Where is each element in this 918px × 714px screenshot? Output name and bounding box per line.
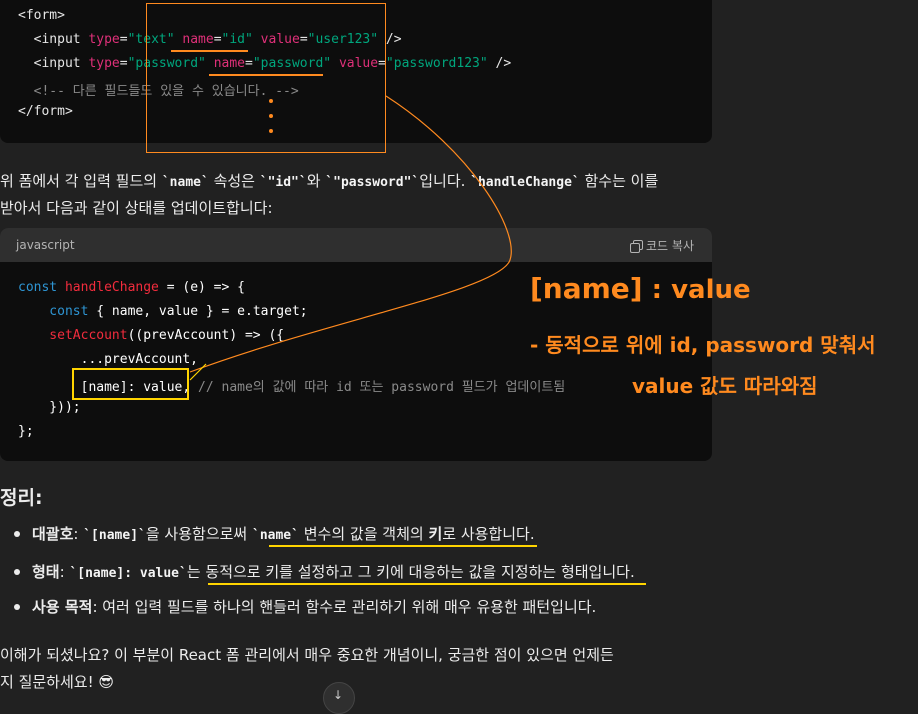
code-line: })); (18, 400, 81, 415)
item-label: 형태 (32, 563, 60, 581)
copy-code-button[interactable]: 코드 복사 (630, 237, 694, 254)
annotation-line-1: - 동적으로 위에 id, password 맞춰서 (530, 333, 876, 357)
code-line: <form> (18, 8, 65, 23)
bullet (14, 531, 20, 537)
inline-code: `name` (252, 528, 299, 543)
summary-item: 사용 목적: 여러 입력 필드를 하나의 핸들러 함수로 관리하기 위해 매우 … (14, 596, 596, 617)
annotation-line-2: value 값도 따라와짐 (632, 374, 818, 398)
text: 로 사용합니다. (442, 525, 535, 543)
annotation-title-part: : value (642, 275, 751, 305)
code-token: const (18, 280, 65, 295)
code-token: = (e) => { (158, 280, 245, 295)
inline-code: `"password"` (325, 175, 420, 190)
annotation-title-part: [name] (530, 272, 643, 305)
code-language: javascript (16, 238, 75, 252)
code-token: type (88, 32, 120, 47)
code-line: setAccount((prevAccount) => ({ (18, 328, 284, 343)
paragraph-intro-line2: 받아서 다음과 같이 상태를 업데이트합니다: (0, 199, 273, 217)
bullet (14, 569, 20, 575)
code-token: "password123" (385, 56, 488, 71)
inline-code: `[name]: value` (69, 566, 187, 581)
underline-yellow-1 (269, 545, 537, 547)
summary-heading: 정리: (0, 487, 43, 509)
text: 와 (306, 172, 326, 190)
inline-code: `[name]` (83, 528, 146, 543)
code-token: /> (487, 56, 512, 71)
annotation-box-orange (146, 3, 386, 153)
dot-2 (269, 114, 273, 118)
text: : (59, 563, 70, 581)
arrow-down-icon: ↓ (333, 688, 344, 702)
code-token: }; (18, 424, 34, 439)
item-label: 사용 목적 (32, 598, 93, 616)
code-token: ((prevAccount) => ({ (127, 328, 285, 343)
paragraph-intro: 위 폼에서 각 입력 필드의 `name` 속성은 `"id"`와 `"pass… (0, 170, 658, 191)
code-token: // name의 값에 따라 id 또는 password 필드가 업데이트됨 (198, 380, 566, 395)
code-token: = (119, 56, 128, 71)
code-token: })); (18, 400, 81, 415)
code-header: javascript 코드 복사 (0, 228, 712, 262)
text: 변수의 값을 객체의 (298, 525, 429, 543)
annotation-title: [name] : value (530, 272, 751, 305)
scroll-down-button[interactable]: ↓ (323, 682, 355, 714)
code-line: const handleChange = (e) => { (18, 280, 245, 295)
code-token: = (119, 32, 128, 47)
code-token: handleChange (64, 280, 159, 295)
code-token: type (88, 56, 120, 71)
inline-code: `handleChange` (470, 175, 580, 190)
underline-name-id (171, 50, 248, 52)
inline-code: `"id"` (259, 175, 307, 190)
closing-paragraph-line2: 지 질문하세요! 😎 (0, 673, 114, 691)
code-line: const { name, value } = e.target; (18, 304, 308, 319)
underline-yellow-2 (208, 583, 646, 585)
inline-code: `name` (161, 175, 209, 190)
code-line: ...prevAccount, (18, 352, 198, 367)
closing-paragraph-line1: 이해가 되셨나요? 이 부분이 React 폼 관리에서 매우 중요한 개념이니… (0, 646, 614, 664)
text: 을 사용함으로써 (145, 525, 252, 543)
text: : (73, 525, 84, 543)
code-line: </form> (18, 104, 73, 119)
copy-label: 코드 복사 (646, 239, 694, 253)
item-label: 대괄호 (32, 525, 74, 543)
code-token: ...prevAccount, (18, 352, 199, 367)
code-token: <input (18, 56, 89, 71)
code-line: }; (18, 424, 34, 439)
bold-text: 키 (428, 525, 443, 543)
text: 속성은 (208, 172, 260, 190)
code-token: <input (18, 32, 89, 47)
copy-icon (630, 240, 644, 253)
code-token: </form> (18, 104, 73, 119)
dot-1 (269, 99, 273, 103)
text: 는 동적으로 키를 설정하고 그 키에 대응하는 값을 지정하는 형태입니다. (186, 563, 635, 581)
code-token: setAccount (18, 328, 128, 343)
summary-item: 형태: `[name]: value`는 동적으로 키를 설정하고 그 키에 대… (14, 561, 635, 582)
text: 함수는 이를 (579, 172, 659, 190)
summary-item: 대괄호: `[name]`을 사용함으로써 `name` 변수의 값을 객체의 … (14, 523, 535, 544)
text: 위 폼에서 각 입력 필드의 (0, 172, 162, 190)
dot-3 (269, 129, 273, 133)
bullet (14, 604, 20, 610)
highlight-box-yellow (72, 368, 189, 400)
code-token: const (18, 304, 97, 319)
text: : 여러 입력 필드를 하나의 핸들러 함수로 관리하기 위해 매우 유용한 패… (92, 598, 597, 616)
code-token: <form> (18, 8, 65, 23)
code-token: { name, value } = e.target; (96, 304, 308, 319)
text: 입니다. (419, 172, 471, 190)
underline-name-password (209, 74, 323, 76)
